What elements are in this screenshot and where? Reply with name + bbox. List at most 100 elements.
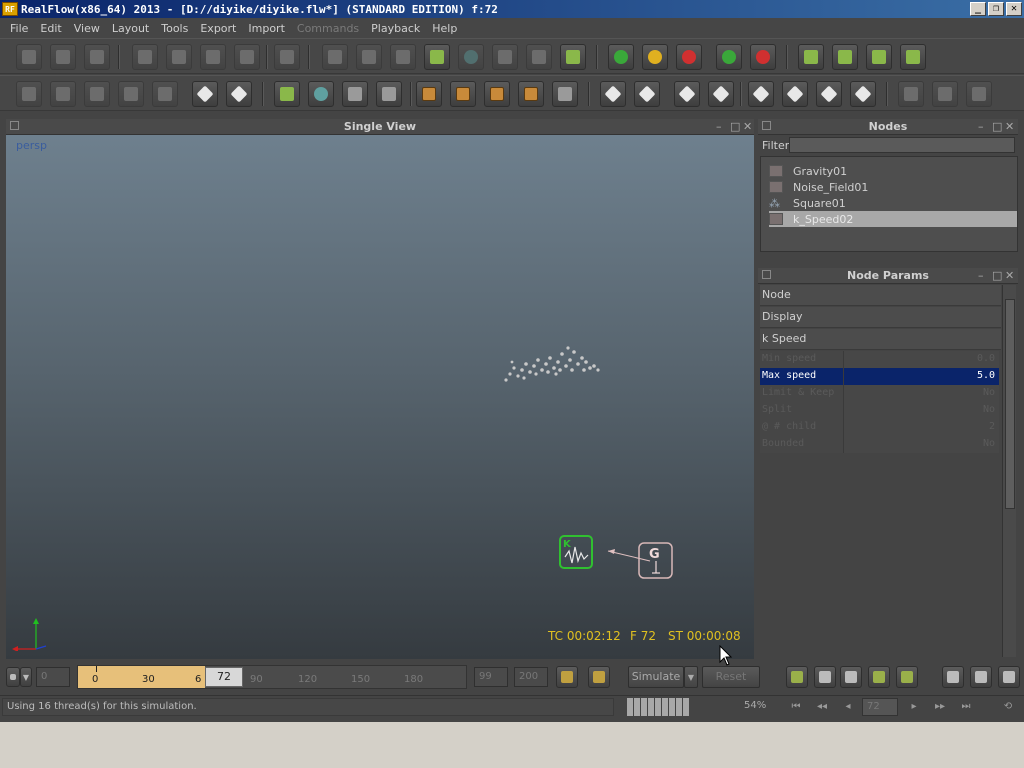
tool-c-button[interactable] [84, 81, 110, 107]
save-scene-button[interactable] [84, 44, 110, 70]
open-scene-button[interactable] [50, 44, 76, 70]
gravity-daemon-gizmo[interactable]: G [606, 541, 676, 581]
end-frame-field[interactable]: 99 [474, 667, 508, 687]
wave-button[interactable] [786, 666, 808, 688]
minimize-button[interactable]: _ [970, 2, 986, 16]
3d-viewport[interactable]: persp K G TC 00:02:12 F 72 ST 00:00:08 [6, 135, 754, 659]
add-daemon-button[interactable] [492, 44, 518, 70]
close-icon[interactable]: ✕ [1005, 119, 1014, 134]
param-value[interactable]: 2 [844, 419, 999, 436]
max-frame-field[interactable]: 200 [514, 667, 548, 687]
extra-render-button[interactable] [966, 81, 992, 107]
restore-icon[interactable]: □ [992, 119, 1002, 134]
loop-icon[interactable]: ⟲ [998, 698, 1018, 716]
tool-d-button[interactable] [118, 81, 144, 107]
camera-tool-button[interactable] [390, 44, 416, 70]
edit-curve-button[interactable] [814, 666, 836, 688]
float-icon[interactable] [762, 270, 771, 279]
cube-solid-button[interactable] [850, 81, 876, 107]
param-value[interactable]: 5.0 [844, 368, 999, 385]
step-forward-icon[interactable]: ▸▸ [930, 698, 950, 716]
status-yellow-button[interactable] [642, 44, 668, 70]
render-button[interactable] [898, 81, 924, 107]
menu-playback[interactable]: Playback [365, 22, 426, 35]
panel-2-button[interactable] [450, 81, 476, 107]
param-row[interactable]: Limit & Keep No [760, 385, 1001, 402]
start-frame-field[interactable]: 0 [36, 667, 70, 687]
timer-button[interactable] [866, 44, 892, 70]
pivot-tool-button[interactable] [274, 44, 300, 70]
param-value[interactable]: No [844, 436, 999, 453]
curve-button[interactable] [308, 81, 334, 107]
expand-button[interactable] [708, 81, 734, 107]
hourglass-button[interactable] [552, 81, 578, 107]
eye-button[interactable] [840, 666, 862, 688]
param-value[interactable]: No [844, 402, 999, 419]
param-row[interactable]: @ # child 2 [760, 419, 1001, 436]
splash-2-button[interactable] [896, 666, 918, 688]
param-value[interactable]: 0.0 [844, 351, 999, 368]
simulate-dropdown[interactable]: ▼ [684, 666, 698, 688]
rotate-tool-button[interactable] [200, 44, 226, 70]
new-scene-button[interactable] [16, 44, 42, 70]
param-row-selected[interactable]: Max speed 5.0 [760, 368, 1001, 385]
export-red-button[interactable] [750, 44, 776, 70]
param-value[interactable]: No [844, 385, 999, 402]
range-end-button[interactable] [588, 666, 610, 688]
scale-tool-button[interactable] [234, 44, 260, 70]
menu-file[interactable]: File [4, 22, 34, 35]
menu-export[interactable]: Export [194, 22, 242, 35]
min-icon[interactable]: – [716, 119, 722, 134]
tool-b-button[interactable] [50, 81, 76, 107]
view-2-button[interactable] [634, 81, 660, 107]
current-frame-field[interactable]: 72 [205, 667, 243, 687]
simulate-button[interactable]: Simulate [628, 666, 684, 688]
script-button[interactable] [274, 81, 300, 107]
add-camera-button[interactable] [560, 44, 586, 70]
tool-a-button[interactable] [16, 81, 42, 107]
panel-3-button[interactable] [484, 81, 510, 107]
close-icon[interactable]: ✕ [1005, 268, 1014, 283]
reset-button[interactable]: Reset [702, 666, 760, 688]
move-tool-button[interactable] [166, 44, 192, 70]
close-icon[interactable]: ✕ [743, 119, 752, 134]
select-tool-button[interactable] [132, 44, 158, 70]
fire-button[interactable] [932, 81, 958, 107]
group-tool-button[interactable] [356, 44, 382, 70]
connect-button[interactable] [798, 44, 824, 70]
frame-range-slider[interactable]: 0 30 6 72 90 120 150 180 [77, 665, 467, 689]
section-node[interactable]: Node [760, 285, 1001, 306]
node-item-selected[interactable]: k_Speed02 [769, 211, 1017, 227]
restore-icon[interactable]: □ [730, 119, 740, 134]
section-kspeed[interactable]: k Speed [760, 329, 1001, 350]
playback-frame-input[interactable]: 72 [862, 698, 898, 716]
section-display[interactable]: Display [760, 307, 1001, 328]
filter-input[interactable] [789, 137, 1015, 153]
param-row[interactable]: Min speed 0.0 [760, 351, 1001, 368]
cube-flat-button[interactable] [782, 81, 808, 107]
loop-button[interactable] [832, 44, 858, 70]
box-open-button[interactable] [226, 81, 252, 107]
add-mesh-button[interactable] [526, 44, 552, 70]
status-green-button[interactable] [608, 44, 634, 70]
link-tool-button[interactable] [322, 44, 348, 70]
ruler-button[interactable] [342, 81, 368, 107]
key-next-button[interactable] [970, 666, 992, 688]
param-row[interactable]: Bounded No [760, 436, 1001, 453]
key-prev-button[interactable] [942, 666, 964, 688]
export-green-button[interactable] [716, 44, 742, 70]
range-start-button[interactable] [556, 666, 578, 688]
menu-edit[interactable]: Edit [34, 22, 67, 35]
float-icon[interactable] [10, 121, 19, 130]
goto-end-icon[interactable]: ⏭ [956, 698, 976, 716]
add-emitter-button[interactable] [458, 44, 484, 70]
timeline-dropdown[interactable]: ▼ [20, 667, 32, 687]
menu-commands[interactable]: Commands [291, 22, 365, 35]
param-row[interactable]: Split No [760, 402, 1001, 419]
kspeed-daemon-gizmo[interactable]: K [559, 535, 595, 571]
menu-layout[interactable]: Layout [106, 22, 155, 35]
menu-help[interactable]: Help [426, 22, 463, 35]
scrollbar-thumb[interactable] [1005, 299, 1015, 509]
min-icon[interactable]: – [978, 119, 984, 134]
restore-icon[interactable]: □ [992, 268, 1002, 283]
